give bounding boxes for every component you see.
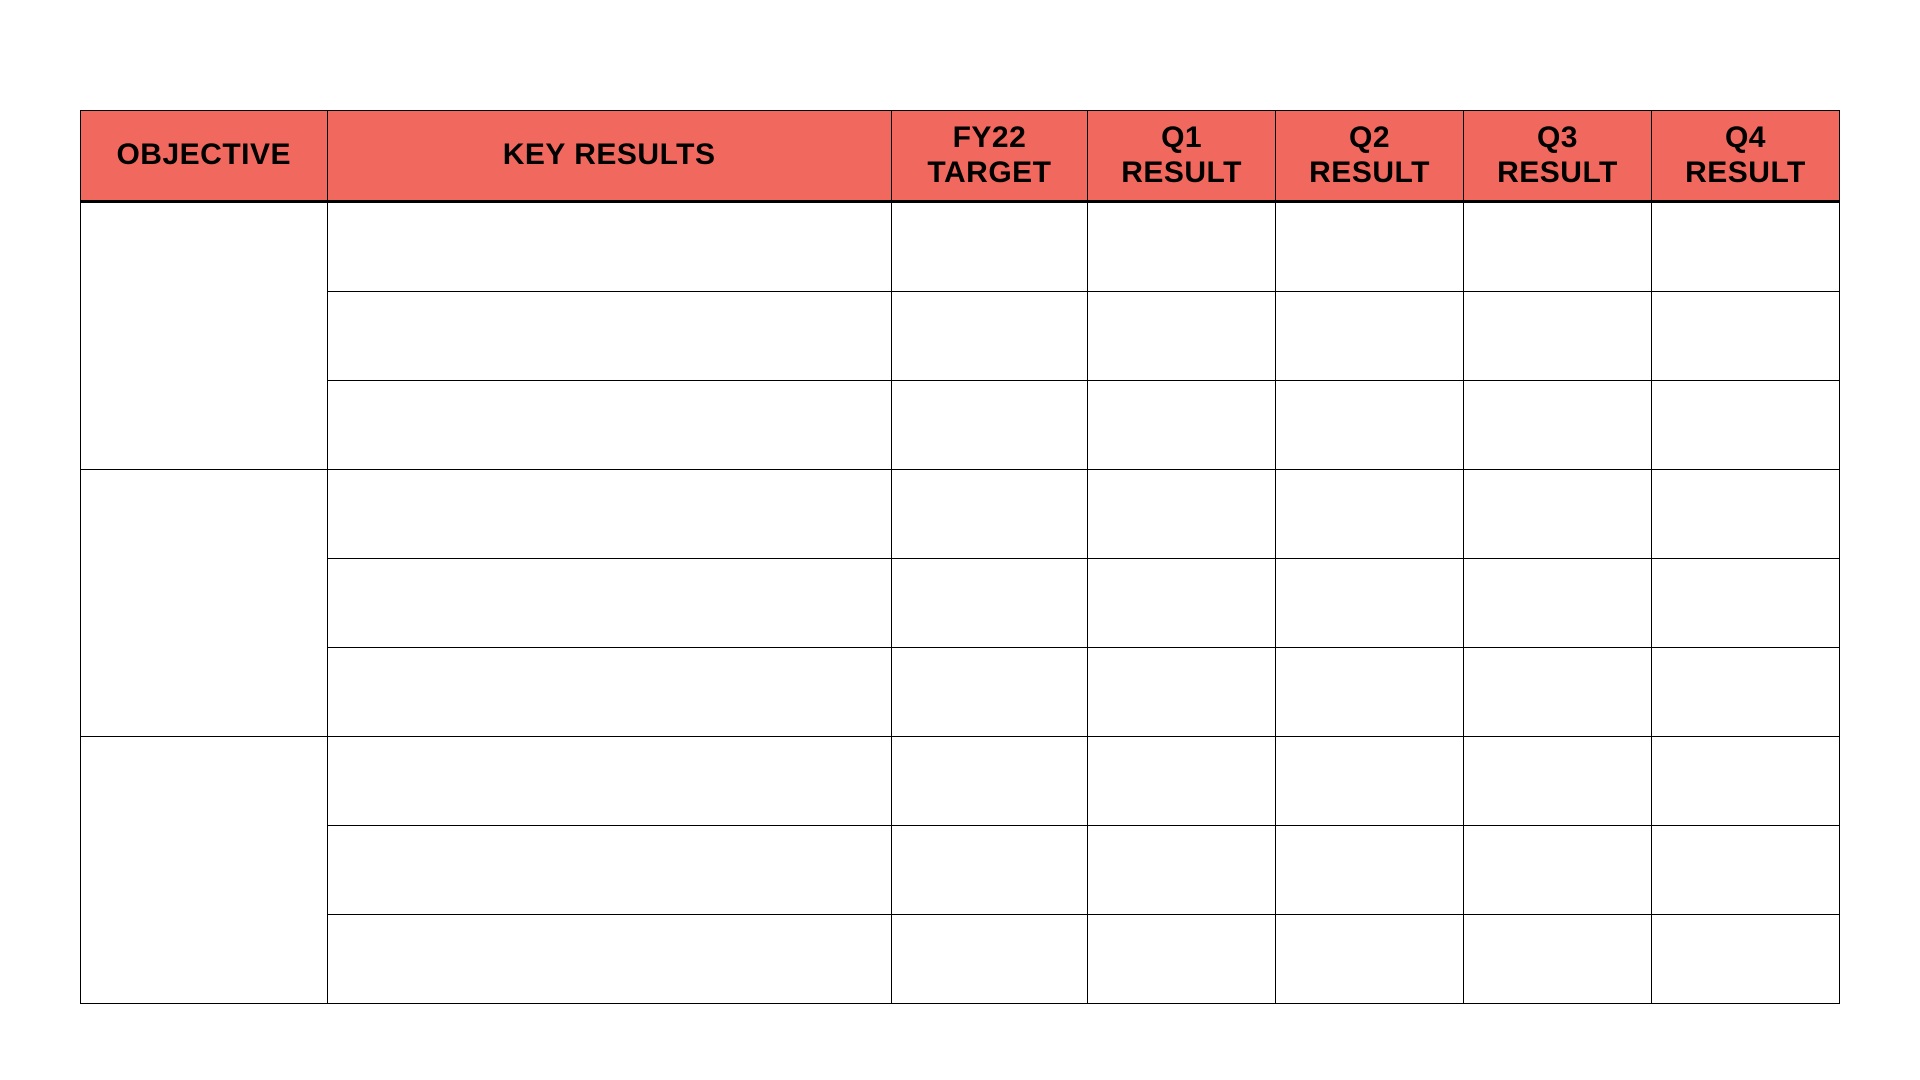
header-fy22-target: FY22TARGET	[891, 111, 1087, 202]
table-row	[81, 381, 1840, 470]
key-result-cell	[327, 737, 891, 826]
q2-cell	[1276, 292, 1464, 381]
header-q2-result: Q2RESULT	[1276, 111, 1464, 202]
okr-table-body	[81, 202, 1840, 1004]
key-result-cell	[327, 559, 891, 648]
target-cell	[891, 737, 1087, 826]
table-row	[81, 470, 1840, 559]
key-result-cell	[327, 826, 891, 915]
q3-cell	[1464, 292, 1652, 381]
q2-cell	[1276, 559, 1464, 648]
target-cell	[891, 470, 1087, 559]
key-result-cell	[327, 381, 891, 470]
header-key-results: KEY RESULTS	[327, 111, 891, 202]
q4-cell	[1651, 381, 1839, 470]
q1-cell	[1088, 915, 1276, 1004]
q1-cell	[1088, 470, 1276, 559]
q2-cell	[1276, 470, 1464, 559]
q3-cell	[1464, 915, 1652, 1004]
header-q4-result: Q4RESULT	[1651, 111, 1839, 202]
q2-cell	[1276, 202, 1464, 292]
table-row	[81, 202, 1840, 292]
q3-cell	[1464, 202, 1652, 292]
q3-cell	[1464, 559, 1652, 648]
okr-table: OBJECTIVE KEY RESULTS FY22TARGET Q1RESUL…	[80, 110, 1840, 1004]
table-row	[81, 559, 1840, 648]
q3-cell	[1464, 737, 1652, 826]
q4-cell	[1651, 915, 1839, 1004]
q4-cell	[1651, 648, 1839, 737]
key-result-cell	[327, 202, 891, 292]
q1-cell	[1088, 202, 1276, 292]
target-cell	[891, 292, 1087, 381]
header-q3-result: Q3RESULT	[1464, 111, 1652, 202]
q3-cell	[1464, 826, 1652, 915]
header-objective: OBJECTIVE	[81, 111, 328, 202]
q3-cell	[1464, 648, 1652, 737]
q2-cell	[1276, 381, 1464, 470]
okr-table-header: OBJECTIVE KEY RESULTS FY22TARGET Q1RESUL…	[81, 111, 1840, 202]
table-row	[81, 292, 1840, 381]
q2-cell	[1276, 737, 1464, 826]
q3-cell	[1464, 381, 1652, 470]
q1-cell	[1088, 737, 1276, 826]
q1-cell	[1088, 381, 1276, 470]
okr-template-page: OBJECTIVE KEY RESULTS FY22TARGET Q1RESUL…	[0, 0, 1920, 1080]
objective-cell	[81, 202, 328, 470]
target-cell	[891, 381, 1087, 470]
q1-cell	[1088, 559, 1276, 648]
table-row	[81, 737, 1840, 826]
target-cell	[891, 202, 1087, 292]
q4-cell	[1651, 826, 1839, 915]
q4-cell	[1651, 737, 1839, 826]
objective-cell	[81, 470, 328, 737]
header-q1-result: Q1RESULT	[1088, 111, 1276, 202]
q3-cell	[1464, 470, 1652, 559]
objective-cell	[81, 737, 328, 1004]
q2-cell	[1276, 648, 1464, 737]
target-cell	[891, 826, 1087, 915]
key-result-cell	[327, 292, 891, 381]
q1-cell	[1088, 648, 1276, 737]
q4-cell	[1651, 202, 1839, 292]
key-result-cell	[327, 470, 891, 559]
target-cell	[891, 915, 1087, 1004]
q4-cell	[1651, 559, 1839, 648]
target-cell	[891, 648, 1087, 737]
q2-cell	[1276, 826, 1464, 915]
table-row	[81, 915, 1840, 1004]
q1-cell	[1088, 826, 1276, 915]
key-result-cell	[327, 915, 891, 1004]
target-cell	[891, 559, 1087, 648]
q1-cell	[1088, 292, 1276, 381]
q2-cell	[1276, 915, 1464, 1004]
table-row	[81, 826, 1840, 915]
table-row	[81, 648, 1840, 737]
q4-cell	[1651, 470, 1839, 559]
q4-cell	[1651, 292, 1839, 381]
key-result-cell	[327, 648, 891, 737]
